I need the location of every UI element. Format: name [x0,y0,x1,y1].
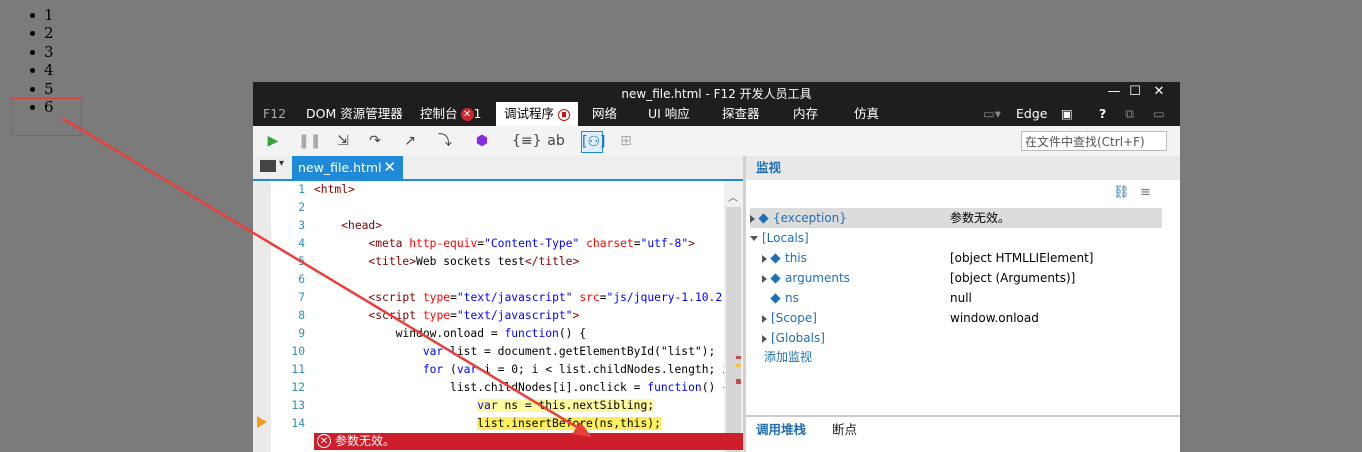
annotation-arrow-head [572,422,592,437]
annotation-arrow [61,116,592,437]
annotation-arrow-line [61,116,586,434]
